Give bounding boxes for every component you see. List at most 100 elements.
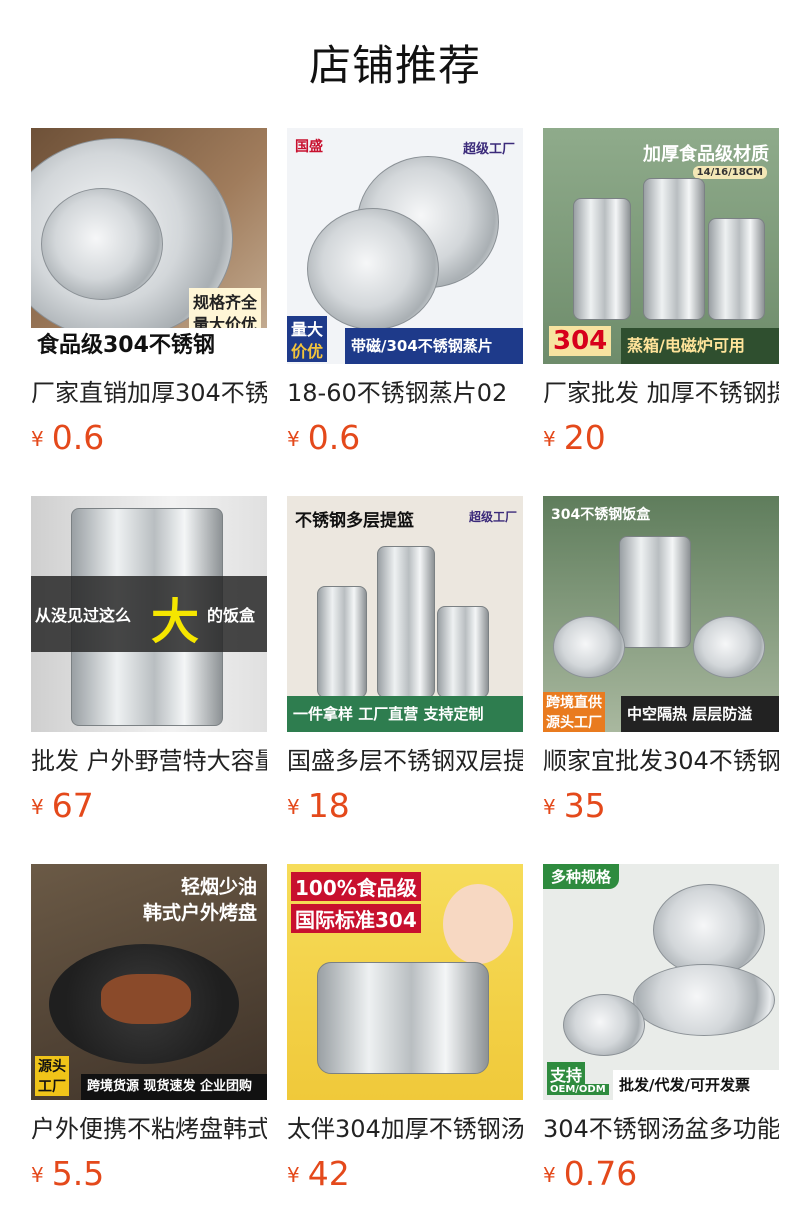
price-value: 0.6 [307, 418, 361, 457]
image-caption: 带磁/304不锈钢蒸片 [345, 328, 523, 364]
currency-symbol: ¥ [31, 1163, 44, 1187]
product-price: ¥0.6 [31, 418, 104, 462]
price-value: 5.5 [51, 1154, 105, 1193]
currency-symbol: ¥ [543, 795, 556, 819]
image-caption: 的饭盒 [207, 606, 256, 625]
image-headline: 国际标准304 [291, 904, 421, 933]
currency-symbol: ¥ [287, 427, 300, 451]
product-card[interactable]: 加厚食品级材质 14/16/18CM 304 蒸箱/电磁炉可用 厂家批发 加厚不… [543, 128, 779, 496]
product-title[interactable]: 304不锈钢汤盆多功能 [543, 1112, 779, 1146]
image-tag: 工厂 [35, 1076, 69, 1096]
image-badge: 超级工厂 [462, 142, 515, 157]
lunchbox-shape [377, 546, 435, 698]
image-headline: 304不锈钢饭盒 [551, 507, 651, 523]
product-card[interactable]: 不锈钢多层提篮 超级工厂 一件拿样 工厂直营 支持定制 国盛多层不锈钢双层提篮 … [287, 496, 523, 864]
steamer-plate-shape [307, 208, 439, 330]
product-title[interactable]: 顺家宜批发304不锈钢饭盒 [543, 744, 779, 778]
product-grid: 规格齐全 量大价优 食品级304不锈钢 厂家直销加厚304不锈钢蒸片 ¥0.6 … [31, 128, 779, 1232]
store-recommendations-page: 店铺推荐 规格齐全 量大价优 食品级304不锈钢 厂家直销加厚304不锈钢蒸片 … [0, 0, 790, 1232]
image-caption: 从没见过这么 [35, 606, 132, 625]
product-price: ¥42 [287, 1154, 350, 1198]
image-headline: 多种规格 [543, 864, 620, 889]
image-caption: 中空隔热 层层防溢 [621, 696, 779, 732]
image-tag: 跨境直供 [543, 692, 605, 712]
product-price: ¥35 [543, 786, 606, 830]
product-image[interactable]: 304不锈钢饭盒 跨境直供 源头工厂 中空隔热 层层防溢 [543, 496, 779, 732]
product-price: ¥20 [543, 418, 606, 462]
product-card[interactable]: 从没见过这么 大 的饭盒 批发 户外野营特大容量饭盒 ¥67 [31, 496, 267, 864]
product-title[interactable]: 太伴304加厚不锈钢汤锅 [287, 1112, 523, 1146]
product-image[interactable]: 从没见过这么 大 的饭盒 [31, 496, 267, 732]
currency-symbol: ¥ [31, 427, 44, 451]
product-image[interactable]: 国盛 超级工厂 量大 价优 带磁/304不锈钢蒸片 [287, 128, 523, 364]
product-image[interactable]: 规格齐全 量大价优 食品级304不锈钢 [31, 128, 267, 364]
bowl-shape [633, 964, 775, 1036]
product-title[interactable]: 18-60不锈钢蒸片02 [287, 376, 523, 410]
bowl-shape [653, 884, 765, 976]
baby-face-shape [443, 884, 513, 964]
currency-symbol: ¥ [31, 795, 44, 819]
currency-symbol: ¥ [287, 795, 300, 819]
lunchbox-shape [643, 178, 705, 320]
image-tag: 304 [549, 326, 612, 356]
product-image[interactable]: 轻烟少油 韩式户外烤盘 源头 工厂 跨境货源 现货速发 企业团购 [31, 864, 267, 1100]
product-image[interactable]: 多种规格 支持 OEM/ODM 批发/代发/可开发票 [543, 864, 779, 1100]
food-bowl-shape [693, 616, 765, 678]
image-caption: 蒸箱/电磁炉可用 [621, 328, 779, 364]
price-value: 18 [307, 786, 350, 825]
price-value: 20 [563, 418, 606, 457]
image-badge: 超级工厂 [468, 510, 517, 524]
image-caption-emphasis: 大 [151, 594, 200, 650]
food-bowl-shape [553, 616, 625, 678]
brand-logo: 国盛 [295, 139, 323, 155]
image-headline: 轻烟少油 [180, 876, 257, 898]
product-price: ¥5.5 [31, 1154, 104, 1198]
price-value: 35 [563, 786, 606, 825]
product-price: ¥18 [287, 786, 350, 830]
product-price: ¥0.6 [287, 418, 360, 462]
price-value: 67 [51, 786, 94, 825]
image-headline: 不锈钢多层提篮 [295, 511, 414, 531]
lunchbox-shape [619, 536, 691, 648]
price-value: 42 [307, 1154, 350, 1193]
bowl-shape [563, 994, 645, 1056]
product-image[interactable]: 100%食品级 国际标准304 [287, 864, 523, 1100]
product-card[interactable]: 304不锈钢饭盒 跨境直供 源头工厂 中空隔热 层层防溢 顺家宜批发304不锈钢… [543, 496, 779, 864]
product-title[interactable]: 厂家直销加厚304不锈钢蒸片 [31, 376, 267, 410]
image-tag: 支持 [547, 1062, 586, 1086]
price-value: 0.76 [563, 1154, 638, 1193]
product-title[interactable]: 厂家批发 加厚不锈钢提锅 [543, 376, 779, 410]
product-card[interactable]: 国盛 超级工厂 量大 价优 带磁/304不锈钢蒸片 18-60不锈钢蒸片02 ¥… [287, 128, 523, 496]
image-tag: 价优 [287, 338, 328, 362]
steamer-plate-shape [41, 188, 163, 300]
product-title[interactable]: 批发 户外野营特大容量饭盒 [31, 744, 267, 778]
currency-symbol: ¥ [543, 1163, 556, 1187]
product-card[interactable]: 多种规格 支持 OEM/ODM 批发/代发/可开发票 304不锈钢汤盆多功能 ¥… [543, 864, 779, 1232]
price-value: 0.6 [51, 418, 105, 457]
image-caption: 跨境货源 现货速发 企业团购 [81, 1074, 267, 1100]
currency-symbol: ¥ [543, 427, 556, 451]
lunchbox-shape [708, 218, 765, 320]
lunchbox-shape [437, 606, 489, 698]
image-tag: 源头 [35, 1056, 69, 1076]
product-card[interactable]: 100%食品级 国际标准304 太伴304加厚不锈钢汤锅 ¥42 [287, 864, 523, 1232]
meat-shape [101, 974, 191, 1024]
product-title[interactable]: 国盛多层不锈钢双层提篮 [287, 744, 523, 778]
product-card[interactable]: 规格齐全 量大价优 食品级304不锈钢 厂家直销加厚304不锈钢蒸片 ¥0.6 [31, 128, 267, 496]
image-caption: 批发/代发/可开发票 [613, 1070, 779, 1100]
image-caption: 食品级304不锈钢 [31, 328, 267, 364]
image-tag: 源头工厂 [543, 712, 605, 732]
image-tag: 量大 [287, 316, 328, 340]
product-image[interactable]: 不锈钢多层提篮 超级工厂 一件拿样 工厂直营 支持定制 [287, 496, 523, 732]
product-title[interactable]: 户外便携不粘烤盘韩式烤肉盘 [31, 1112, 267, 1146]
section-title: 店铺推荐 [308, 41, 481, 90]
image-tag: OEM/ODM [547, 1084, 609, 1095]
lunchbox-shape [573, 198, 631, 320]
stock-pot-shape [317, 962, 489, 1074]
image-headline: 韩式户外烤盘 [142, 902, 257, 924]
product-price: ¥67 [31, 786, 94, 830]
product-image[interactable]: 加厚食品级材质 14/16/18CM 304 蒸箱/电磁炉可用 [543, 128, 779, 364]
image-headline: 100%食品级 [291, 872, 421, 901]
product-card[interactable]: 轻烟少油 韩式户外烤盘 源头 工厂 跨境货源 现货速发 企业团购 户外便携不粘烤… [31, 864, 267, 1232]
lunchbox-shape [317, 586, 367, 698]
